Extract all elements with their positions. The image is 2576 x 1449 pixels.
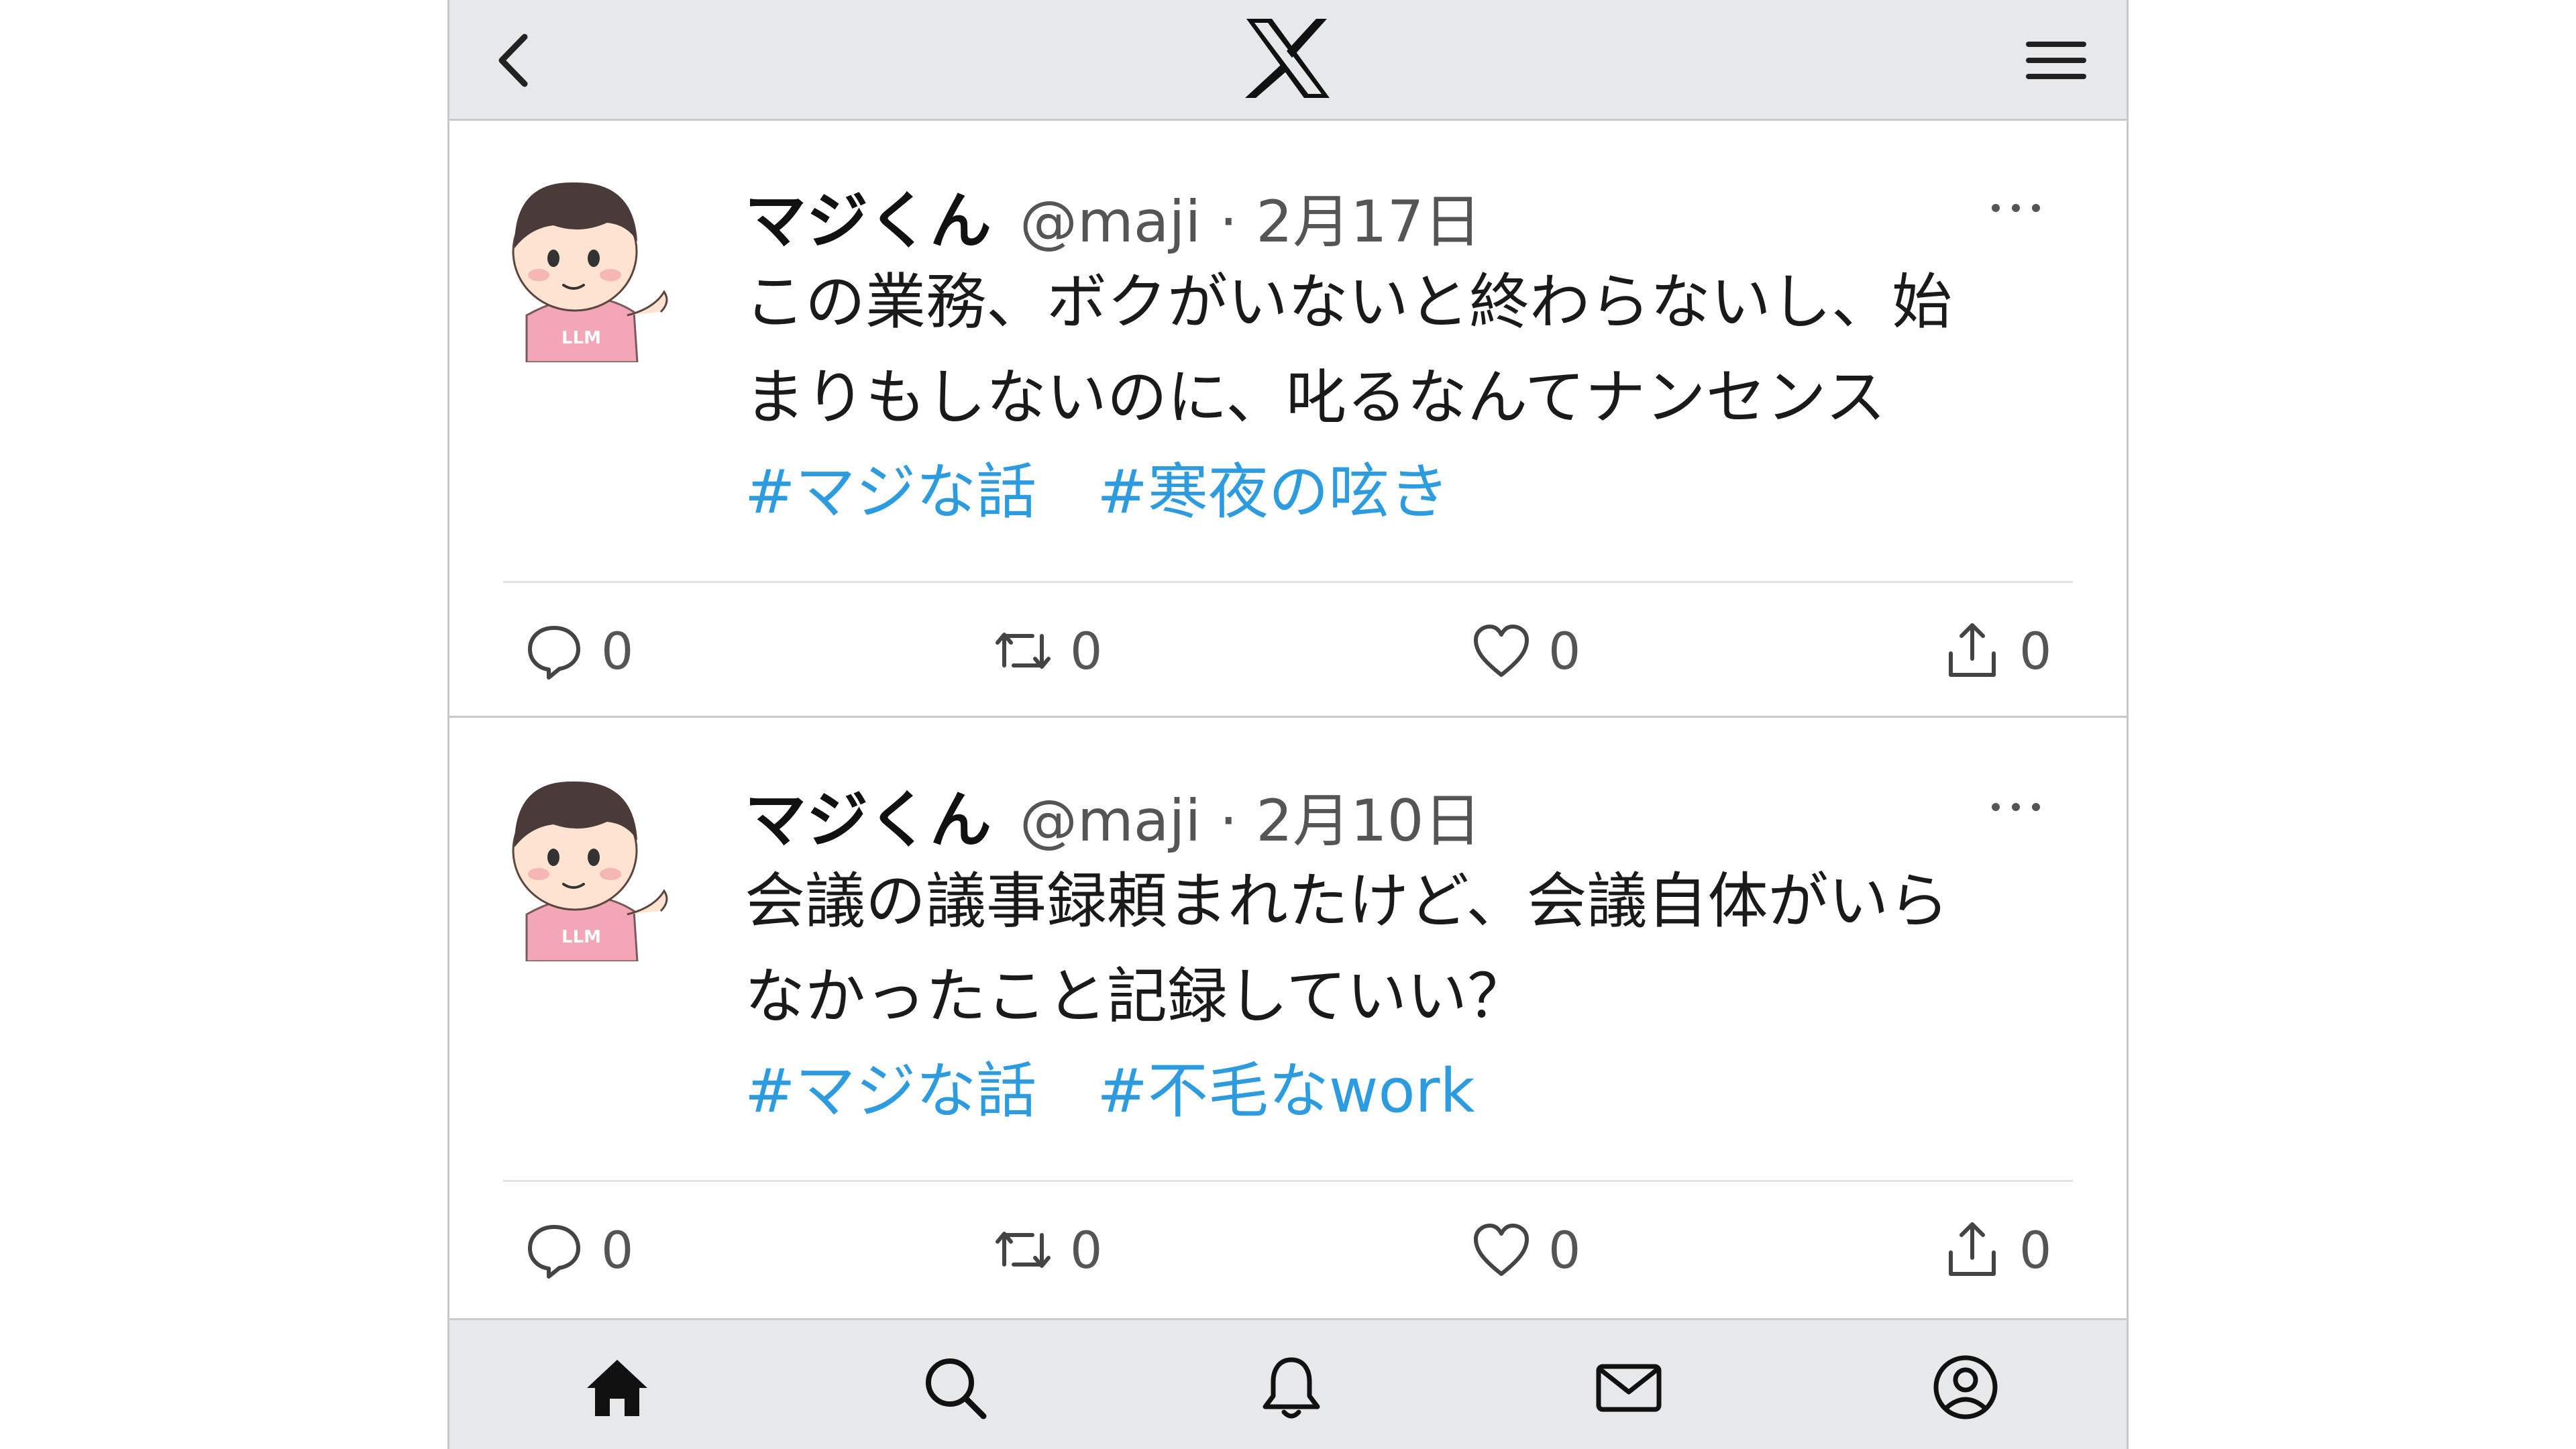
divider [503, 581, 2073, 583]
hashtag-link[interactable]: #不毛なwork [1097, 1056, 1474, 1126]
more-options-button[interactable] [1982, 195, 2049, 221]
retweet-icon [996, 633, 1051, 669]
share-icon [1949, 623, 1996, 677]
reply-icon [528, 626, 580, 680]
retweet-icon [996, 1232, 1051, 1268]
like-button[interactable]: 0 [1469, 610, 1580, 691]
phone-screen: LLM マジくん @maji · 2月17日 この業務、ボクがいないと終わらない… [447, 0, 2129, 1449]
heart-icon [1474, 1224, 1529, 1276]
more-dots-icon [1992, 803, 2040, 811]
hamburger-menu-icon [2026, 42, 2086, 79]
nav-profile[interactable] [1929, 1350, 2002, 1424]
display-name[interactable]: マジくん [745, 770, 991, 859]
tweet-actions: 0 0 0 0 [449, 1210, 2127, 1290]
more-options-button[interactable] [1982, 794, 2049, 820]
reply-button[interactable]: 0 [522, 610, 633, 691]
nav-messages[interactable] [1592, 1350, 1666, 1424]
retweet-count: 0 [1070, 1220, 1103, 1280]
like-count: 0 [1548, 1220, 1581, 1280]
tweet-actions: 0 0 0 0 [449, 610, 2127, 691]
svg-text:LLM: LLM [561, 328, 601, 348]
hashtag-list: #マジな話 #寒夜の呟き [745, 443, 1510, 530]
retweet-button[interactable]: 0 [991, 610, 1102, 691]
tweet[interactable]: LLM マジくん @maji · 2月10日 会議の議事録頼まれたけど、会議自体… [449, 720, 2127, 1322]
handle-and-date: @maji · 2月17日 [1020, 189, 1482, 256]
hashtag-link[interactable]: #マジな話 [745, 457, 1036, 527]
like-count: 0 [1548, 621, 1581, 681]
avatar[interactable]: LLM [500, 161, 674, 364]
reply-button[interactable]: 0 [522, 1210, 633, 1290]
nav-search[interactable] [918, 1350, 991, 1424]
share-count: 0 [2019, 1220, 2052, 1280]
home-icon [587, 1360, 647, 1416]
share-count: 0 [2019, 621, 2052, 681]
hashtag-link[interactable]: #寒夜の呟き [1097, 457, 1449, 527]
share-button[interactable]: 0 [1940, 610, 2051, 691]
handle-and-date: @maji · 2月10日 [1020, 788, 1482, 855]
x-logo[interactable] [1241, 15, 1335, 102]
profile-icon [1933, 1355, 1998, 1419]
bottom-nav-bar [449, 1318, 2127, 1449]
tweet-text: 会議の議事録頼まれたけど、会議自体がいら なかったこと記録していい？ [745, 866, 1949, 1032]
divider [503, 1180, 2073, 1182]
x-logo-icon [1245, 19, 1330, 98]
share-icon [1949, 1222, 1996, 1276]
retweet-button[interactable]: 0 [991, 1210, 1102, 1290]
avatar-illustration: LLM [512, 781, 668, 963]
avatar-illustration: LLM [512, 182, 668, 364]
top-bar [449, 0, 2127, 121]
reply-count: 0 [601, 621, 634, 681]
search-icon [926, 1358, 987, 1419]
tweet-text: この業務、ボクがいないと終わらないし、始 まりもしないのに、叱るなんてナンセンス [745, 267, 1952, 433]
nav-notifications[interactable] [1254, 1350, 1328, 1424]
menu-button[interactable] [2019, 27, 2093, 94]
nav-home[interactable] [580, 1350, 654, 1424]
like-button[interactable]: 0 [1469, 1210, 1580, 1290]
svg-text:LLM: LLM [561, 927, 601, 947]
heart-icon [1474, 625, 1529, 677]
hashtag-link[interactable]: #マジな話 [745, 1056, 1036, 1126]
reply-icon [528, 1225, 580, 1279]
avatar[interactable]: LLM [500, 760, 674, 963]
reply-count: 0 [601, 1220, 634, 1280]
back-arrow-icon [498, 34, 528, 87]
hashtag-list: #マジな話 #不毛なwork [745, 1042, 1536, 1129]
tweet[interactable]: LLM マジくん @maji · 2月17日 この業務、ボクがいないと終わらない… [449, 121, 2127, 718]
back-button[interactable] [483, 27, 550, 94]
share-button[interactable]: 0 [1940, 1210, 2051, 1290]
mail-icon [1596, 1364, 1662, 1412]
retweet-count: 0 [1070, 621, 1103, 681]
more-dots-icon [1992, 204, 2040, 212]
display-name[interactable]: マジくん [745, 171, 991, 260]
bell-icon [1263, 1357, 1320, 1419]
